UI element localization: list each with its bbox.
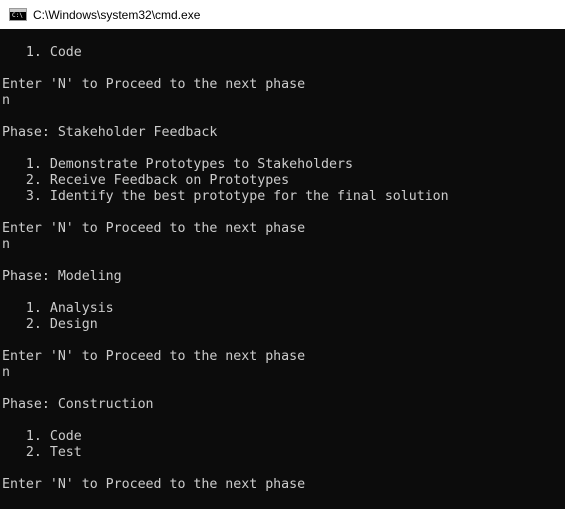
console-text: 1. Code Enter 'N' to Proceed to the next … <box>2 45 449 493</box>
console-line: Phase: Modeling <box>2 269 122 284</box>
console-line: 3. Identify the best prototype for the f… <box>2 189 449 204</box>
cmd-window: C:\ C:\Windows\system32\cmd.exe 1. Code E… <box>0 0 565 509</box>
console-line: n <box>2 93 10 108</box>
window-title: C:\Windows\system32\cmd.exe <box>33 7 201 22</box>
title-bar[interactable]: C:\ C:\Windows\system32\cmd.exe <box>0 0 565 29</box>
console-line: 2. Design <box>2 317 98 332</box>
console-line: Enter 'N' to Proceed to the next phase <box>2 349 306 364</box>
console-line: 1. Code <box>2 429 82 444</box>
console-line: n <box>2 365 10 380</box>
console-line: 1. Code <box>2 45 82 60</box>
console-line: Phase: Stakeholder Feedback <box>2 125 218 140</box>
console-line: n <box>2 237 10 252</box>
console-output-area[interactable]: 1. Code Enter 'N' to Proceed to the next … <box>0 29 565 509</box>
console-line: Enter 'N' to Proceed to the next phase <box>2 77 306 92</box>
cmd-console-icon: C:\ <box>9 8 27 21</box>
console-line: Enter 'N' to Proceed to the next phase <box>2 221 306 236</box>
console-line: 1. Analysis <box>2 301 114 316</box>
console-line: 2. Test <box>2 445 82 460</box>
console-line: Phase: Construction <box>2 397 154 412</box>
console-line: 1. Demonstrate Prototypes to Stakeholder… <box>2 157 353 172</box>
console-line: Enter 'N' to Proceed to the next phase <box>2 477 306 492</box>
console-line: 2. Receive Feedback on Prototypes <box>2 173 290 188</box>
